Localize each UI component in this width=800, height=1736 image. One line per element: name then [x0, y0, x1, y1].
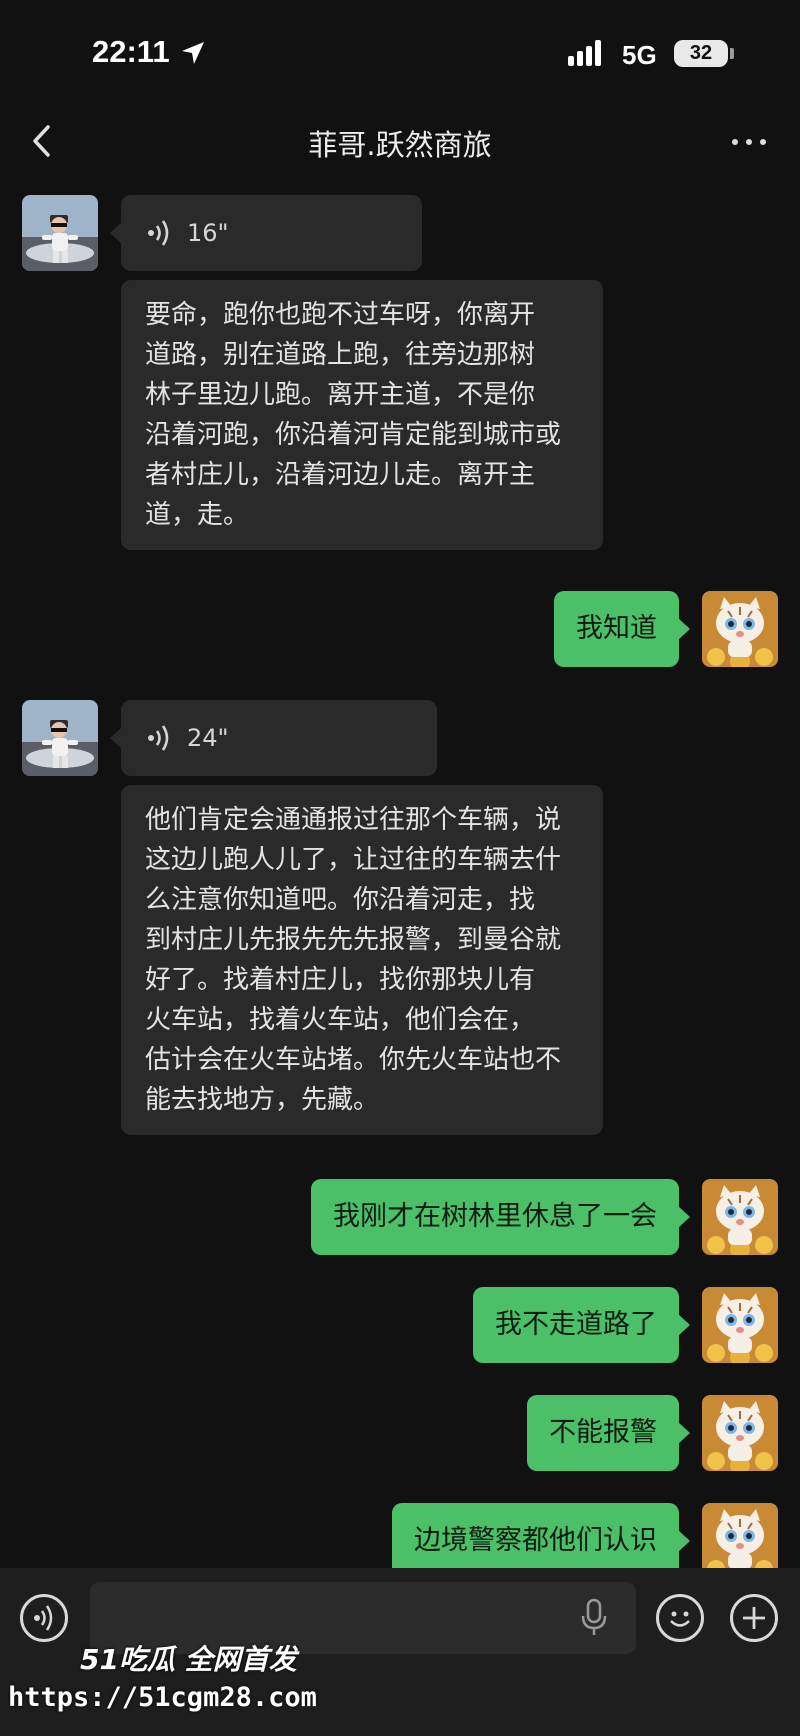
voice-wave-icon: [148, 725, 169, 751]
status-time: 22:11: [92, 34, 170, 69]
text-message[interactable]: 要命，跑你也跑不过车呀，你离开 道路，别在道路上跑，往旁边那树 林子里边儿跑。离…: [121, 280, 603, 550]
my-avatar[interactable]: [702, 591, 778, 667]
microphone-icon[interactable]: [578, 1598, 610, 1638]
sent-message[interactable]: 我不走道路了: [473, 1287, 690, 1363]
voice-wave-icon: [148, 220, 169, 246]
more-options-button[interactable]: [724, 122, 774, 162]
chat-title: 菲哥.跃然商旅: [308, 128, 492, 162]
signal-icon: [568, 40, 610, 66]
emoji-button[interactable]: [656, 1594, 704, 1642]
my-avatar[interactable]: [702, 1287, 778, 1363]
voice-message[interactable]: 24": [110, 700, 437, 776]
watermark-url: https://51cgm28.com: [8, 1682, 317, 1713]
message-list[interactable]: 16" 要命，跑你也跑不过车呀，你离开 道路，别在道路上跑，往旁边那树 林子里边…: [0, 182, 800, 1568]
sent-message[interactable]: 我刚才在树林里休息了一会: [311, 1179, 690, 1255]
battery-icon: 32: [674, 40, 728, 67]
voice-toggle-button[interactable]: [20, 1594, 68, 1642]
status-bar: 22:11 5G 32: [0, 0, 800, 100]
sent-message[interactable]: 不能报警: [527, 1395, 690, 1471]
sent-message[interactable]: 我知道: [554, 591, 690, 667]
my-avatar[interactable]: [702, 1179, 778, 1255]
my-avatar[interactable]: [702, 1503, 778, 1568]
voice-message[interactable]: 16": [110, 195, 422, 271]
text-message[interactable]: 他们肯定会通通报过往那个车辆，说 这边儿跑人儿了，让过往的车辆去什 么注意你知道…: [121, 785, 603, 1135]
network-type: 5G: [622, 40, 657, 70]
chat-header: 菲哥.跃然商旅: [0, 100, 800, 182]
more-functions-button[interactable]: [730, 1594, 778, 1642]
battery-level: 32: [689, 42, 713, 64]
my-avatar[interactable]: [702, 1395, 778, 1471]
location-arrow-icon: [182, 42, 204, 64]
contact-avatar[interactable]: [22, 700, 98, 776]
voice-duration: 24": [187, 724, 229, 752]
voice-duration: 16": [187, 219, 229, 247]
contact-avatar[interactable]: [22, 195, 98, 271]
emoji-icon: [670, 1611, 690, 1627]
voice-toggle-icon: [34, 1605, 53, 1631]
watermark-brand: 51吃瓜 全网首发: [80, 1643, 297, 1676]
sent-message[interactable]: 边境警察都他们认识: [392, 1503, 690, 1568]
plus-icon: [743, 1607, 765, 1629]
battery-tip: [730, 48, 734, 59]
